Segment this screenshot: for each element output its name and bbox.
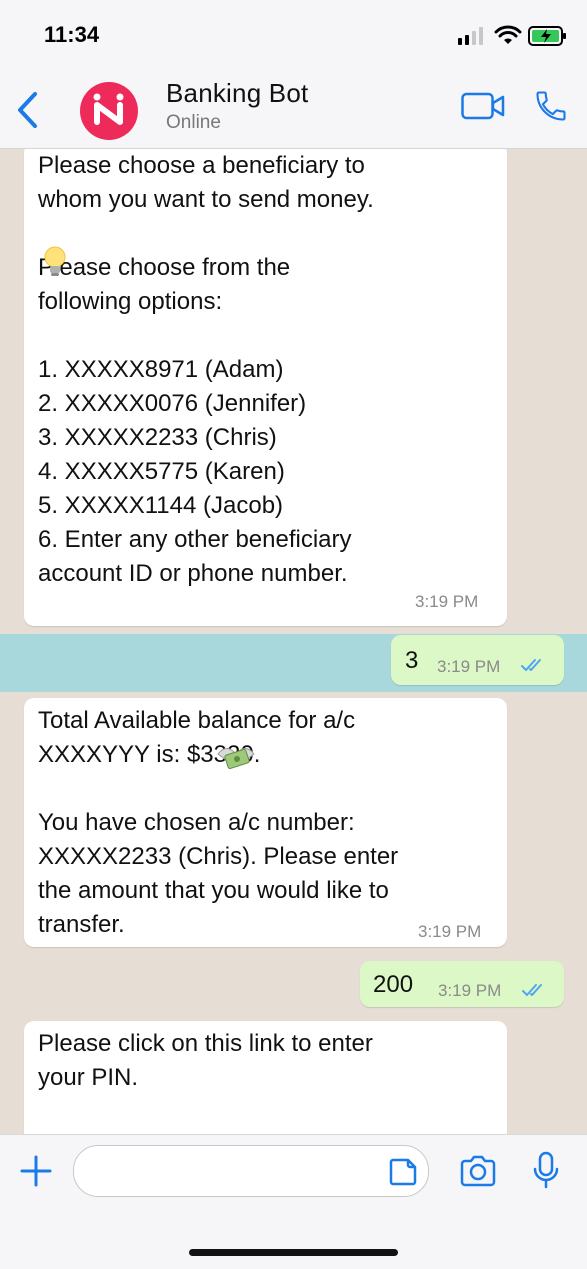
phone-call-icon[interactable] — [533, 88, 569, 124]
message-text: Please choose a beneficiary to whom you … — [38, 152, 374, 587]
avatar[interactable] — [80, 82, 138, 140]
money-with-wings-icon — [217, 748, 255, 770]
status-time: 11:34 — [44, 22, 100, 47]
status-bar: 11:34 — [0, 0, 587, 72]
incoming-message[interactable]: Total Available balance for a/c XXXXYYY … — [24, 698, 507, 947]
message-time: 3:19 PM — [418, 922, 482, 941]
message-time: 3:19 PM — [438, 981, 502, 1000]
message-text: 200 — [373, 971, 414, 998]
message-text: Please click on this link to enter your … — [38, 1030, 373, 1091]
sticker-icon[interactable] — [388, 1157, 418, 1187]
incoming-message[interactable]: Please choose a beneficiary to whom you … — [24, 149, 507, 626]
home-indicator — [189, 1249, 398, 1256]
light-bulb-icon — [44, 246, 66, 276]
read-receipt-icon — [522, 984, 542, 996]
back-chevron-icon[interactable] — [14, 90, 40, 130]
cellular-signal-icon — [458, 27, 483, 45]
read-receipt-icon — [521, 659, 541, 671]
contact-name[interactable]: Banking Bot — [166, 78, 308, 109]
incoming-message[interactable]: Please click on this link to enter your … — [24, 1021, 507, 1134]
battery-charging-icon — [528, 26, 566, 46]
message-input[interactable] — [73, 1145, 429, 1197]
message-input-bar — [0, 1134, 587, 1269]
microphone-icon[interactable] — [532, 1151, 560, 1191]
plus-icon[interactable] — [18, 1153, 54, 1189]
wifi-icon — [494, 25, 522, 44]
outgoing-message[interactable]: 3 3:19 PM — [391, 635, 564, 685]
message-time: 3:19 PM — [437, 657, 501, 676]
chat-area[interactable]: Please choose a beneficiary to whom you … — [0, 149, 587, 1134]
outgoing-message[interactable]: 200 3:19 PM — [360, 961, 564, 1007]
contact-status: Online — [166, 112, 221, 133]
message-time: 3:19 PM — [415, 592, 479, 611]
bot-logo-icon — [93, 93, 124, 125]
message-text: 3 — [405, 647, 419, 674]
video-call-icon[interactable] — [461, 92, 505, 120]
camera-icon[interactable] — [459, 1155, 497, 1187]
chat-header: Banking Bot Online — [0, 72, 587, 149]
